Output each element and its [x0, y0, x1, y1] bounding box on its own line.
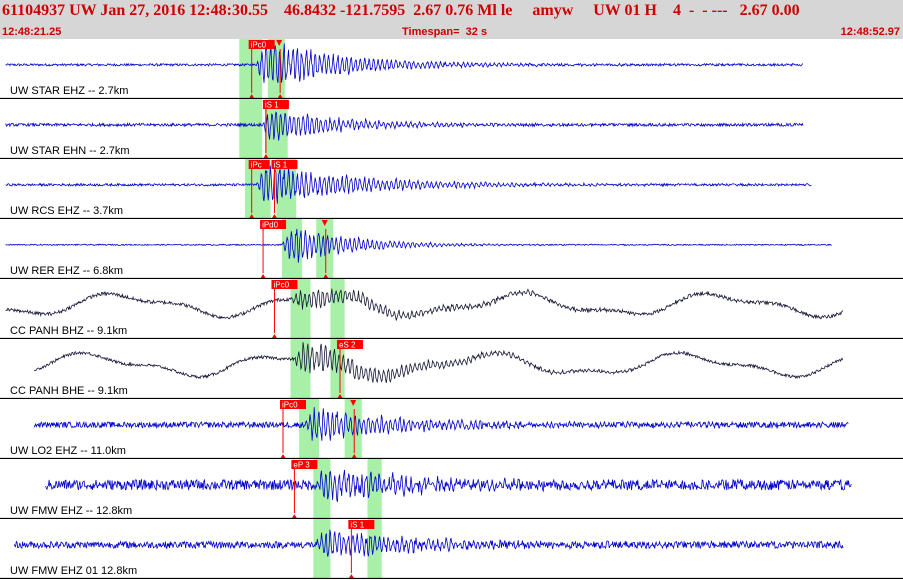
seismogram-trace: [33, 342, 844, 384]
pick-label: iS 1: [350, 521, 364, 530]
event-header-bar: 61104937 UW Jan 27, 2016 12:48:30.55 46.…: [0, 0, 903, 39]
pick-label: iS 1: [273, 161, 287, 170]
trace-panel[interactable]: iPc0: [0, 39, 903, 99]
trace-viewer[interactable]: iPc0 UW STAR EHZ -- 2.7km iS 1 UW STAR EHN …: [0, 39, 903, 580]
trace-panel[interactable]: iPc0: [0, 399, 903, 459]
trace-panel[interactable]: iS 1: [0, 99, 903, 159]
trace-panel[interactable]: iPd0: [0, 219, 903, 279]
trace-panel[interactable]: eS 2: [0, 339, 903, 399]
trace-channel-label: UW RCS EHZ -- 3.7km: [10, 205, 124, 217]
seismogram-trace: [5, 42, 804, 83]
pick-label: iPc0: [251, 41, 267, 50]
trace-channel-label: UW FMW EHZ 01 12.8km: [10, 565, 138, 577]
trace-channel-label: UW RER EHZ -- 6.8km: [10, 265, 124, 277]
start-time: 12:48:21.25: [2, 26, 62, 38]
pick-label: iPd0: [262, 221, 279, 230]
trace-channel-label: UW FMW EHZ -- 12.8km: [10, 505, 133, 517]
event-title: 61104937 UW Jan 27, 2016 12:48:30.55 46.…: [2, 2, 800, 19]
seismogram-trace: [5, 228, 832, 263]
end-time: 12:48:52.97: [840, 26, 900, 38]
trace-channel-label: CC PANH BHE -- 9.1km: [10, 385, 128, 397]
trace-panel[interactable]: eP 3: [0, 459, 903, 519]
seismogram-trace: [5, 288, 844, 321]
seismogram-trace: [45, 469, 852, 502]
timespan-label: Timespan= 32 s: [402, 26, 488, 38]
seismogram-trace: [5, 165, 812, 204]
phase-window: [344, 399, 362, 459]
phase-window: [330, 279, 345, 339]
pick-label: eS 2: [339, 341, 356, 350]
trace-channel-label: UW LO2 EHZ -- 11.0km: [10, 445, 126, 457]
pick-label: iPc0: [282, 401, 298, 410]
trace-channel-label: CC PANH BHZ -- 9.1km: [10, 325, 128, 337]
pick-label: iPc: [251, 161, 262, 170]
seismogram-trace: [5, 111, 804, 141]
phase-window: [313, 519, 331, 579]
pick-label: iPc0: [273, 281, 289, 290]
trace-channel-label: UW STAR EHZ -- 2.7km: [10, 85, 129, 97]
trace-panel[interactable]: iPc iS 1: [0, 159, 903, 219]
trace-channel-label: UW STAR EHN -- 2.7km: [10, 145, 130, 157]
phase-window: [239, 99, 263, 159]
trace-panel[interactable]: iPc0: [0, 279, 903, 339]
seismogram-trace: [13, 529, 844, 557]
seismogram-trace: [33, 407, 849, 441]
pick-label: eP 3: [293, 461, 310, 470]
pick-label: iS 1: [265, 101, 279, 110]
